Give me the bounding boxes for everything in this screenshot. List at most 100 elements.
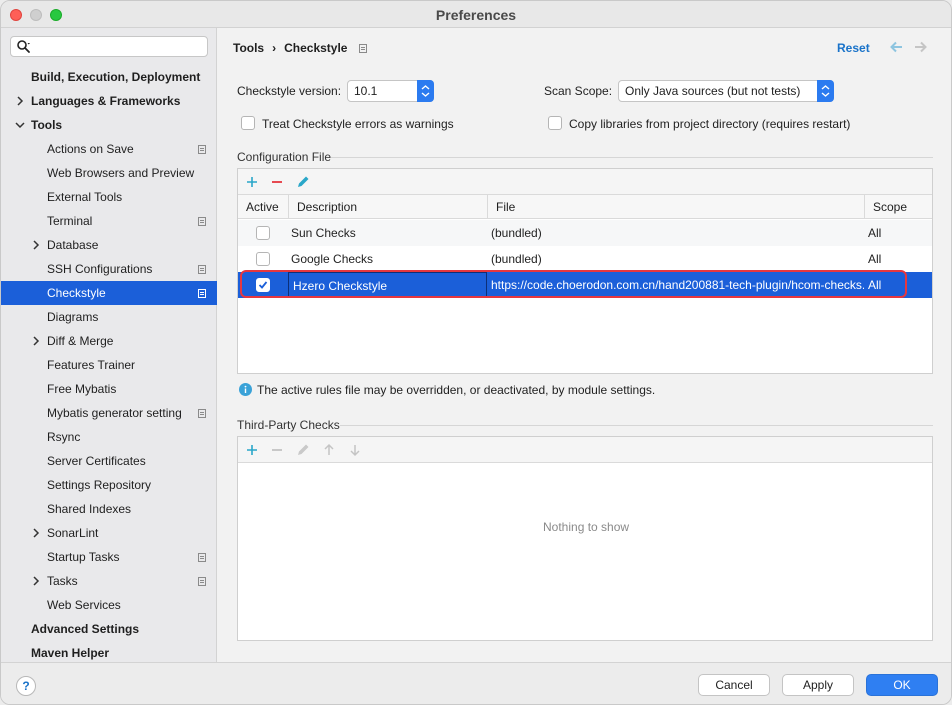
forward-arrow-icon[interactable]	[914, 41, 928, 53]
sidebar-item-ssh-configurations[interactable]: SSH Configurations	[1, 257, 217, 281]
sidebar-item-label: Advanced Settings	[31, 622, 140, 636]
scan-scope-select[interactable]: Only Java sources (but not tests)	[618, 80, 834, 102]
help-button[interactable]: ?	[16, 676, 36, 696]
column-header-description[interactable]: Description	[289, 195, 488, 219]
cancel-button[interactable]: Cancel	[698, 674, 770, 696]
sidebar-item-settings-repository[interactable]: Settings Repository	[1, 473, 217, 497]
sidebar-item-external-tools[interactable]: External Tools	[1, 185, 217, 209]
project-level-icon	[198, 265, 206, 274]
sidebar-item-checkstyle[interactable]: Checkstyle	[1, 281, 217, 305]
info-icon	[239, 383, 252, 396]
sidebar-item-label: SonarLint	[47, 526, 99, 540]
sidebar-item-label: Shared Indexes	[47, 502, 132, 516]
treat-errors-as-warnings-label: Treat Checkstyle errors as warnings	[262, 117, 454, 131]
title-bar: Preferences	[1, 1, 951, 28]
sidebar-item-web-browsers-and-preview[interactable]: Web Browsers and Preview	[1, 161, 217, 185]
sidebar-item-label: Diff & Merge	[47, 334, 114, 348]
sidebar-item-sonarlint[interactable]: SonarLint	[1, 521, 217, 545]
edit-pencil-icon[interactable]	[295, 174, 311, 190]
third-party-checks-title: Third-Party Checks	[237, 418, 340, 432]
highlight-annotation	[240, 270, 907, 298]
project-level-icon	[198, 289, 206, 298]
sidebar-item-advanced-settings[interactable]: Advanced Settings	[1, 617, 217, 641]
active-checkbox[interactable]	[256, 252, 270, 266]
sidebar-item-languages-frameworks[interactable]: Languages & Frameworks	[1, 89, 217, 113]
project-level-icon	[198, 553, 206, 562]
main-panel: Tools › Checkstyle Reset Checkstyle vers…	[218, 28, 951, 662]
search-icon	[17, 40, 30, 53]
move-up-icon	[324, 443, 334, 455]
move-down-icon	[350, 445, 360, 457]
third-party-toolbar	[238, 437, 932, 463]
sidebar-item-label: Web Services	[47, 598, 121, 612]
empty-list-message: Nothing to show	[543, 520, 630, 534]
reset-link[interactable]: Reset	[837, 41, 870, 55]
add-icon[interactable]	[244, 442, 260, 458]
sidebar-item-shared-indexes[interactable]: Shared Indexes	[1, 497, 217, 521]
table-row[interactable]: Sun Checks (bundled) All	[238, 220, 932, 246]
sidebar-item-label: Maven Helper	[31, 646, 110, 660]
row-file: (bundled)	[491, 252, 542, 266]
configuration-file-panel: Active Description File Scope Sun Checks…	[237, 168, 933, 374]
column-header-scope[interactable]: Scope	[865, 195, 934, 219]
sidebar-item-label: Database	[47, 238, 99, 252]
sidebar-item-label: Rsync	[47, 430, 81, 444]
ok-button[interactable]: OK	[866, 674, 938, 696]
add-icon[interactable]	[244, 174, 260, 190]
sidebar-item-rsync[interactable]: Rsync	[1, 425, 217, 449]
sidebar-item-free-mybatis[interactable]: Free Mybatis	[1, 377, 217, 401]
sidebar-item-web-services[interactable]: Web Services	[1, 593, 217, 617]
sidebar-item-database[interactable]: Database	[1, 233, 217, 257]
sidebar-item-label: Features Trainer	[47, 358, 136, 372]
sidebar-item-tools[interactable]: Tools	[1, 113, 217, 137]
window-title: Preferences	[435, 7, 517, 23]
apply-button[interactable]: Apply	[782, 674, 854, 696]
group-separator	[340, 425, 933, 426]
breadcrumb-checkstyle: Checkstyle	[284, 41, 348, 55]
checkstyle-version-label: Checkstyle version:	[237, 84, 342, 98]
checkstyle-version-value: 10.1	[354, 84, 378, 98]
chevron-right-icon[interactable]	[15, 96, 25, 106]
remove-icon[interactable]	[269, 174, 285, 190]
config-toolbar	[238, 169, 932, 195]
sidebar-item-tasks[interactable]: Tasks	[1, 569, 217, 593]
config-table-header: Active Description File Scope	[238, 195, 932, 219]
preferences-window: Preferences Build, Execution, Deployment…	[0, 0, 952, 705]
back-arrow-icon[interactable]	[889, 41, 903, 53]
sidebar-item-label: External Tools	[47, 190, 123, 204]
breadcrumb: Tools › Checkstyle	[233, 41, 368, 55]
sidebar-item-diagrams[interactable]: Diagrams	[1, 305, 217, 329]
scan-scope-label: Scan Scope:	[544, 84, 613, 98]
treat-errors-as-warnings-checkbox[interactable]	[241, 116, 255, 130]
edit-pencil-icon	[298, 444, 309, 455]
chevron-right-icon[interactable]	[31, 576, 41, 586]
sidebar-item-startup-tasks[interactable]: Startup Tasks	[1, 545, 217, 569]
project-level-icon	[359, 43, 368, 53]
settings-search-input[interactable]	[10, 36, 208, 57]
sidebar-item-label: Startup Tasks	[47, 550, 120, 564]
chevron-right-icon[interactable]	[31, 336, 41, 346]
breadcrumb-separator: ›	[272, 41, 277, 55]
sidebar-item-actions-on-save[interactable]: Actions on Save	[1, 137, 217, 161]
chevron-down-icon[interactable]	[15, 120, 25, 130]
breadcrumb-tools[interactable]: Tools	[233, 41, 264, 55]
sidebar-item-label: Actions on Save	[47, 142, 134, 156]
sidebar-item-features-trainer[interactable]: Features Trainer	[1, 353, 217, 377]
row-description: Sun Checks	[291, 226, 356, 240]
column-header-file[interactable]: File	[488, 195, 865, 219]
active-checkbox[interactable]	[256, 226, 270, 240]
column-header-active[interactable]: Active	[238, 195, 289, 219]
chevron-right-icon[interactable]	[31, 528, 41, 538]
copy-libraries-checkbox[interactable]	[548, 116, 562, 130]
sidebar-item-label: Diagrams	[47, 310, 99, 324]
sidebar-item-server-certificates[interactable]: Server Certificates	[1, 449, 217, 473]
checkstyle-version-select[interactable]: 10.1	[347, 80, 434, 102]
settings-tree: Build, Execution, Deployment Languages & …	[1, 65, 217, 665]
table-row[interactable]: Google Checks (bundled) All	[238, 246, 932, 272]
chevron-right-icon[interactable]	[31, 240, 41, 250]
sidebar-item-mybatis-generator-setting[interactable]: Mybatis generator setting	[1, 401, 217, 425]
sidebar-item-diff-merge[interactable]: Diff & Merge	[1, 329, 217, 353]
configuration-file-title: Configuration File	[237, 150, 332, 164]
sidebar-item-build-execution-deployment[interactable]: Build, Execution, Deployment	[1, 65, 217, 89]
sidebar-item-terminal[interactable]: Terminal	[1, 209, 217, 233]
